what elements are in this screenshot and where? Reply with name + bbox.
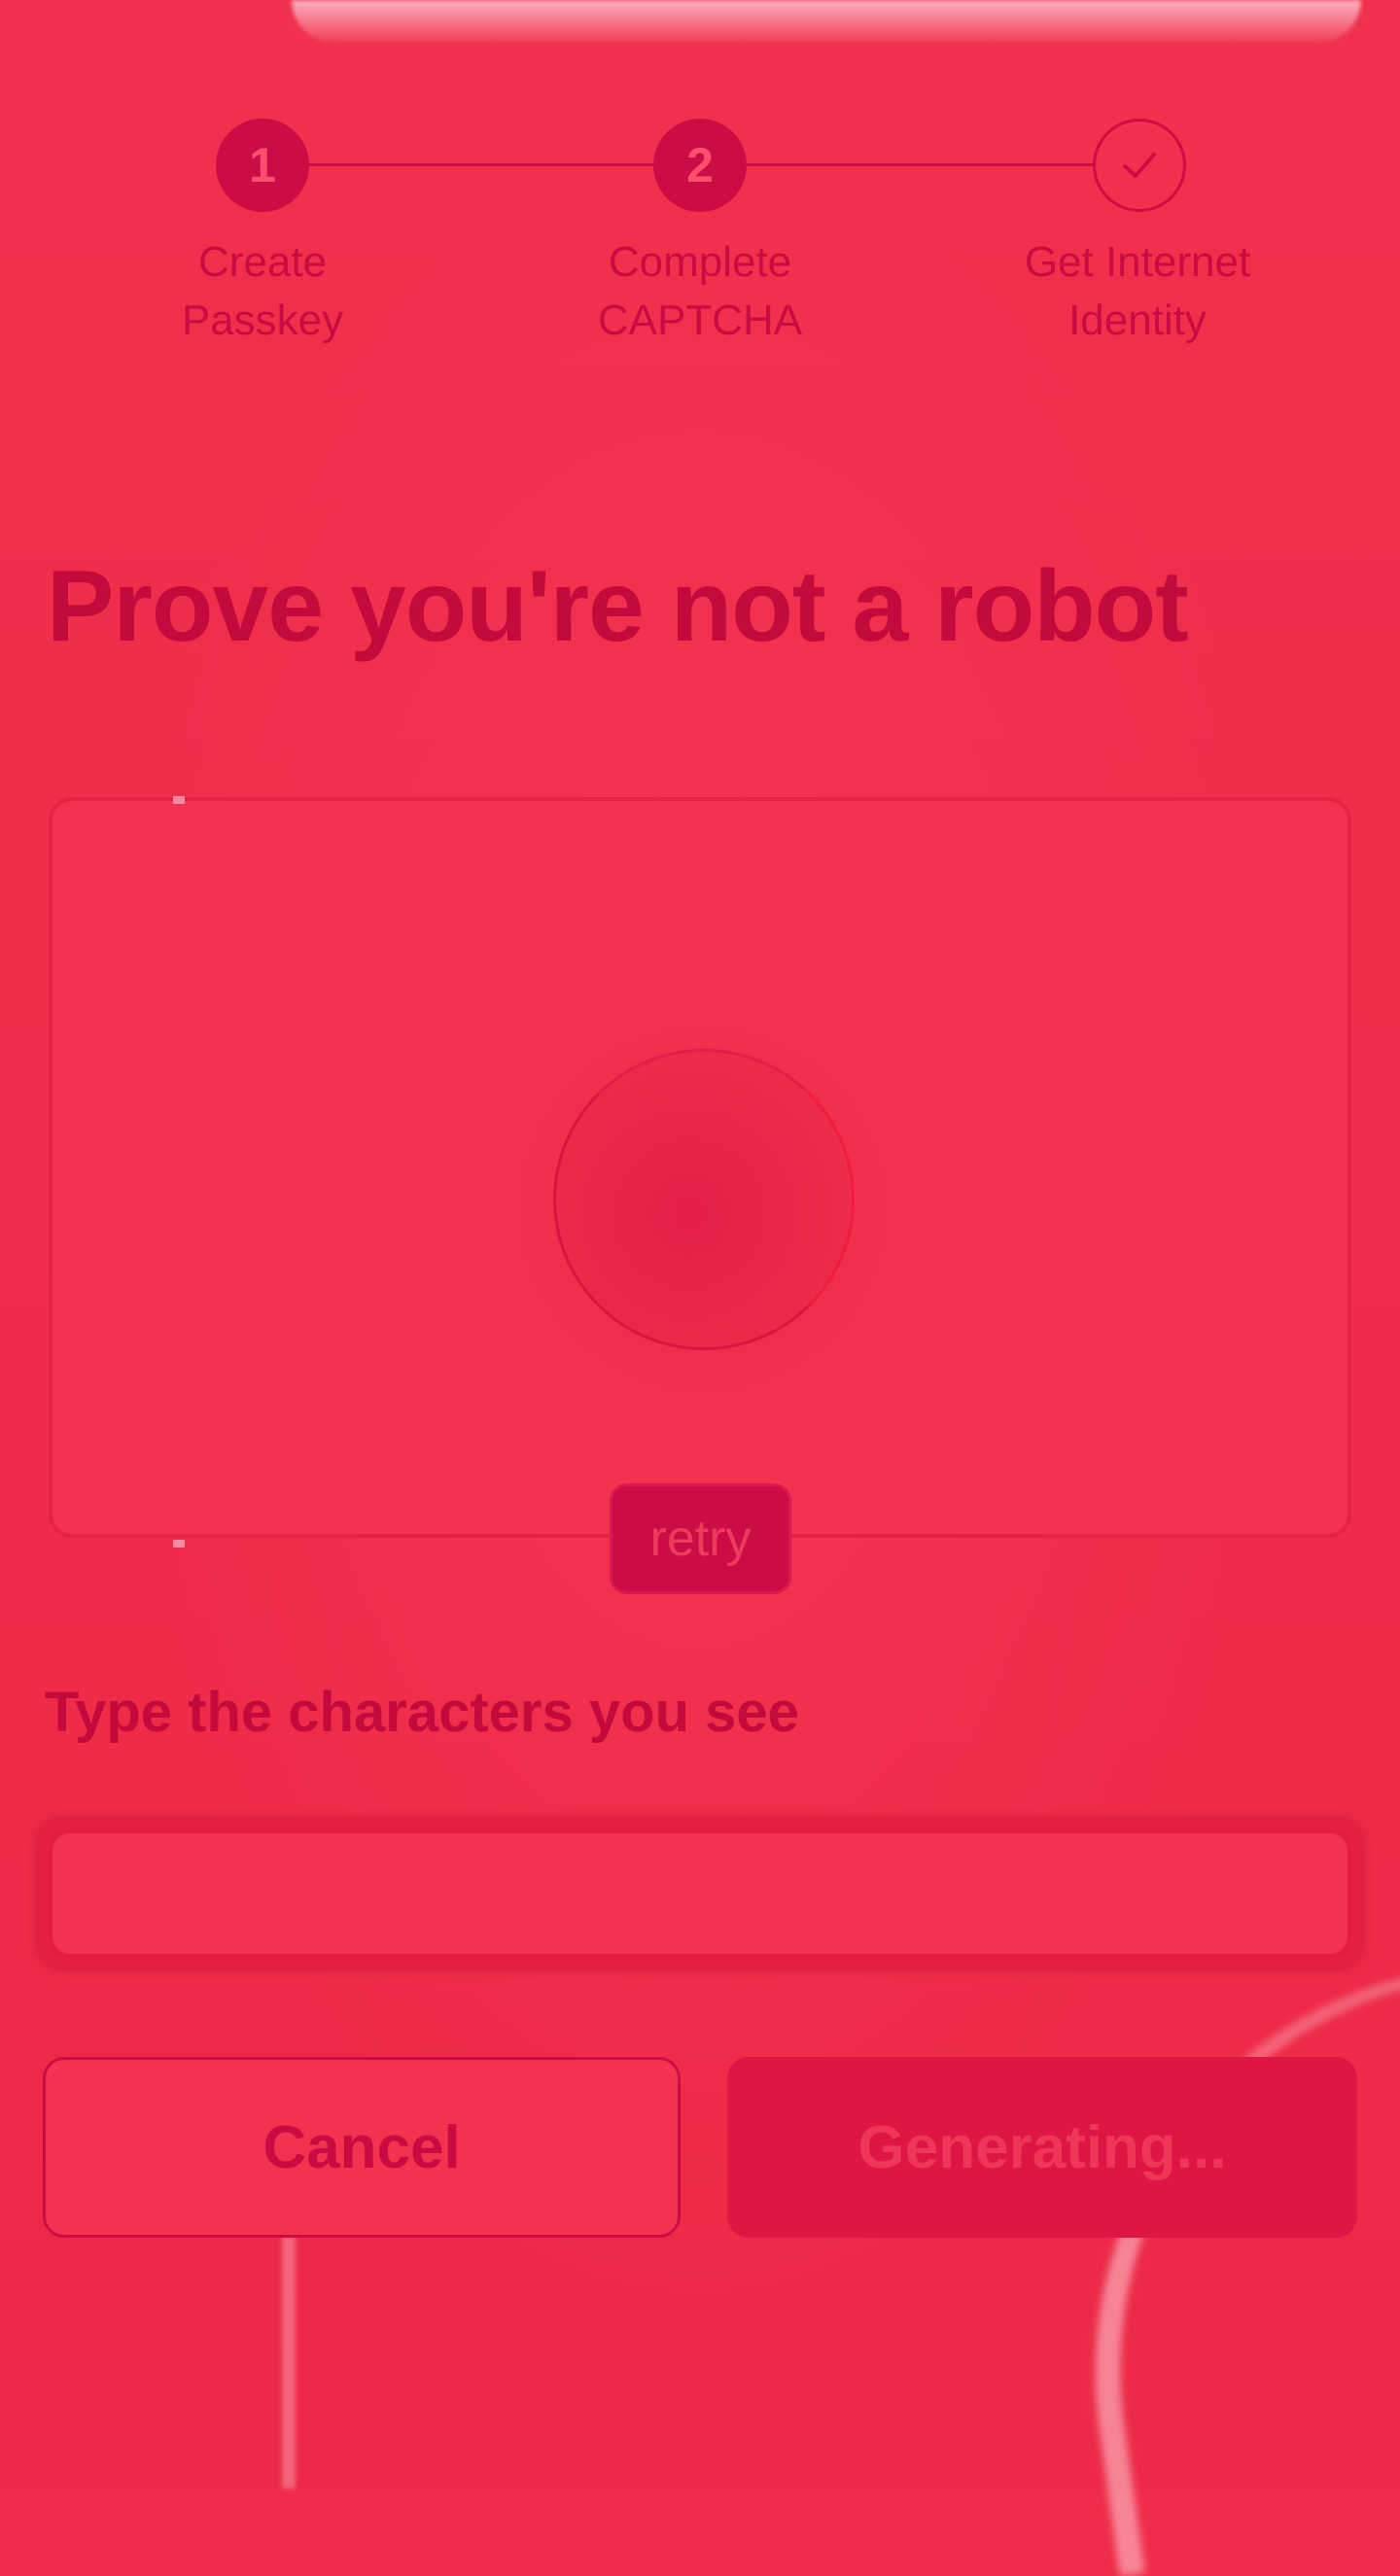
captcha-corner-mark-bottom [173, 1540, 185, 1548]
page-background: 1 2 Create Passkey Complete CAPTCHA Get … [0, 0, 1400, 2576]
screen-glare-left [282, 2236, 296, 2489]
screen-glare-top [292, 0, 1361, 43]
step-1-number: 1 [249, 138, 276, 192]
step-2-label-line1: Complete [608, 238, 792, 286]
cancel-button[interactable]: Cancel [43, 2057, 681, 2238]
captcha-image-area [49, 796, 1351, 1548]
step-1-indicator: 1 [216, 119, 309, 212]
retry-button[interactable]: retry [610, 1483, 791, 1594]
captcha-corner-mark-top [173, 796, 185, 804]
step-1-label-line1: Create [197, 238, 328, 286]
stepper-connector-1 [309, 163, 654, 166]
step-3-indicator [1093, 119, 1186, 212]
step-2-label-line2: CAPTCHA [597, 296, 803, 344]
captcha-input[interactable] [49, 1829, 1351, 1958]
loading-spinner-icon [553, 1049, 855, 1350]
page-title: Prove you're not a robot [47, 550, 1189, 663]
step-2-label: Complete CAPTCHA [544, 233, 856, 350]
step-1-label-line2: Passkey [181, 296, 344, 344]
step-2-number: 2 [686, 138, 714, 192]
step-3-label-line2: Identity [1068, 296, 1207, 344]
captcha-input-label: Type the characters you see [45, 1681, 799, 1744]
checkmark-icon [1123, 153, 1156, 178]
step-3-label: Get Internet Identity [982, 233, 1293, 350]
stepper-connector-2 [746, 163, 1096, 166]
captcha-input-wrapper [37, 1818, 1363, 1969]
step-3-label-line1: Get Internet [1024, 238, 1251, 286]
step-1-label: Create Passkey [107, 233, 418, 350]
step-2-indicator: 2 [653, 119, 747, 212]
progress-stepper: 1 2 Create Passkey Complete CAPTCHA Get … [0, 117, 1400, 369]
generating-button[interactable]: Generating... [727, 2057, 1357, 2238]
